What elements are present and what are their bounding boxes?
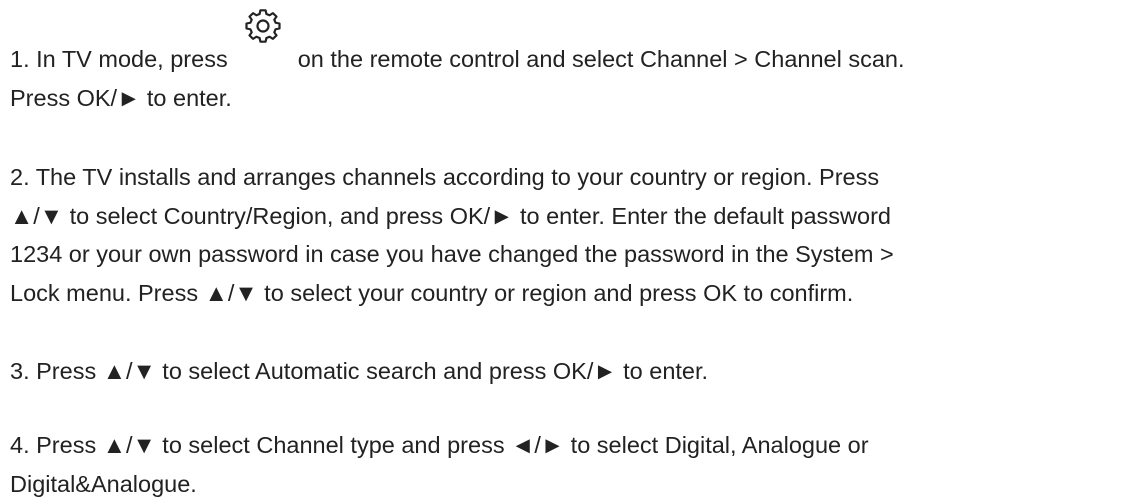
step-2-line-3: 1234 or your own password in case you ha… <box>10 235 1120 274</box>
step-1: 1. In TV mode, press on the remote contr… <box>10 40 1120 117</box>
step-4-line-2: Digital&Analogue. <box>10 465 1120 503</box>
step-2-line-1: 2. The TV installs and arranges channels… <box>10 158 1120 197</box>
step-1-line-2: Press OK/► to enter. <box>10 79 1120 118</box>
step-2-line-2: ▲/▼ to select Country/Region, and press … <box>10 197 1120 236</box>
gear-icon <box>228 47 298 67</box>
step-2-line-4: Lock menu. Press ▲/▼ to select your coun… <box>10 274 1120 313</box>
step-4: 4. Press ▲/▼ to select Channel type and … <box>10 426 1120 503</box>
step-3: 3. Press ▲/▼ to select Automatic search … <box>10 352 1120 391</box>
step-1-text-a: 1. In TV mode, press <box>10 46 228 72</box>
step-1-text-b: on the remote control and select Channel… <box>298 46 905 72</box>
manual-page: 1. In TV mode, press on the remote contr… <box>0 0 1124 494</box>
step-2: 2. The TV installs and arranges channels… <box>10 158 1120 312</box>
step-3-line-1: 3. Press ▲/▼ to select Automatic search … <box>10 352 1120 391</box>
step-1-line-1: 1. In TV mode, press on the remote contr… <box>10 40 1120 79</box>
step-4-line-1: 4. Press ▲/▼ to select Channel type and … <box>10 426 1120 465</box>
